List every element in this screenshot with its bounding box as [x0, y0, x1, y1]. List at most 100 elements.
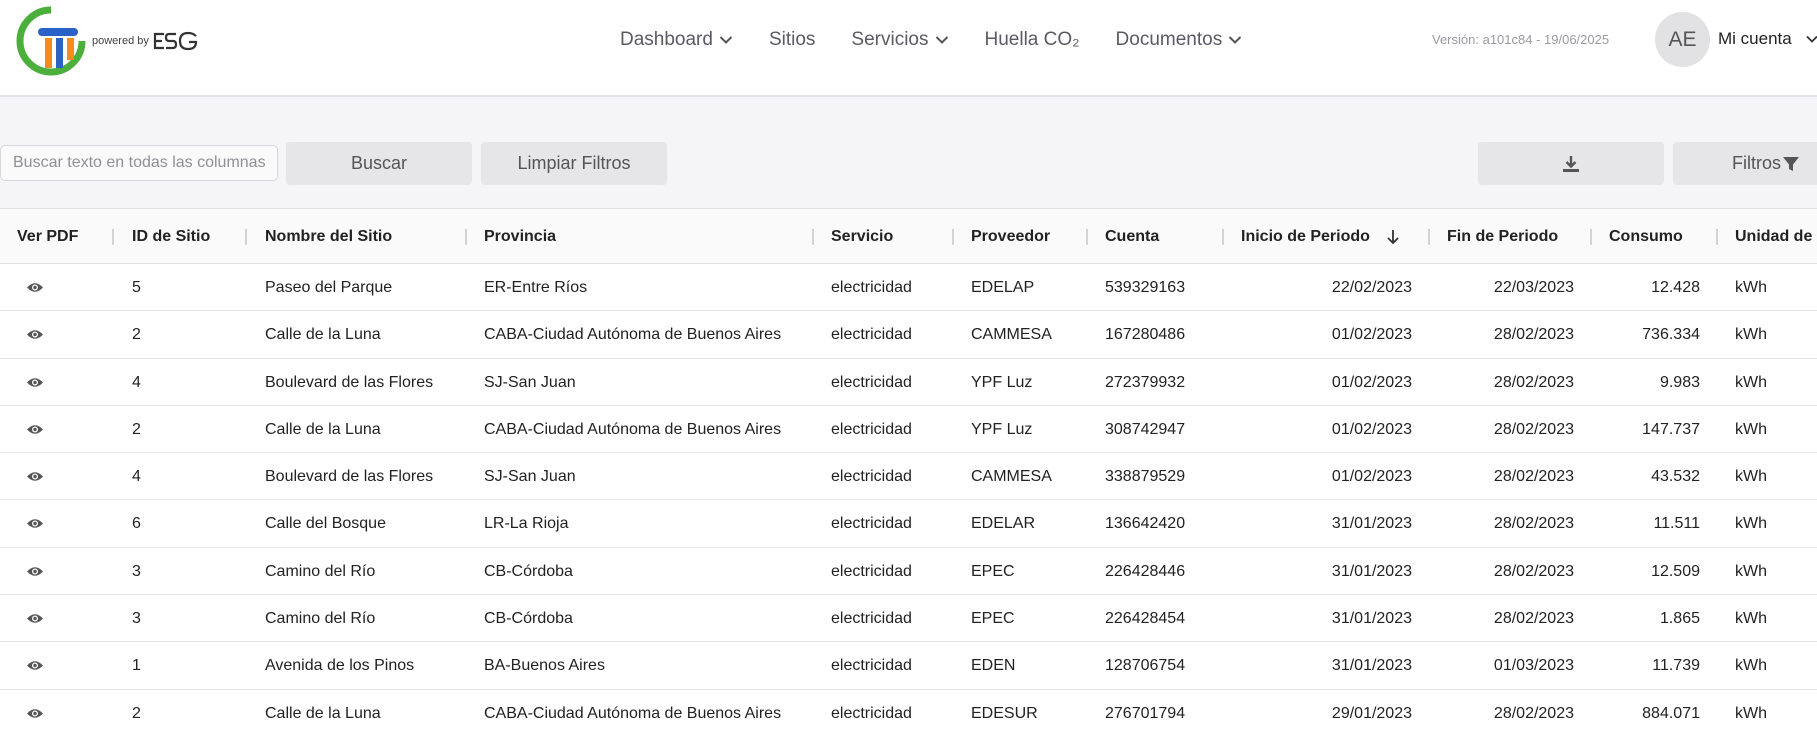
esg-logo [153, 31, 198, 51]
column-resize-handle[interactable] [1428, 229, 1430, 245]
column-resize-handle[interactable] [1590, 229, 1592, 245]
limpiar-filtros-button[interactable]: Limpiar Filtros [481, 142, 667, 185]
table-row[interactable]: 6 Calle del Bosque LR-La Rioja electricidad… [0, 500, 1817, 548]
cell-servicio: electricidad [831, 326, 912, 344]
table-row[interactable]: 1 Avenida de los Pinos BA-Buenos Aires elec… [0, 642, 1817, 690]
table-header: Ver PDF ID de Sitio Nombre del Sitio Pro… [0, 209, 1817, 264]
download-button[interactable] [1478, 142, 1664, 185]
cell-proveedor: EDEN [971, 657, 1016, 675]
cell-unidad: kWh [1735, 562, 1767, 580]
table-row[interactable]: 2 Calle de la Luna CABA-Ciudad Autónoma de… [0, 311, 1817, 359]
table-row[interactable]: 4 Boulevard de las Flores SJ-San Juan elect… [0, 359, 1817, 406]
cell-proveedor: EDELAR [971, 515, 1036, 533]
table-row[interactable]: 5 Paseo del Parque ER-Entre Ríos electricid… [0, 264, 1817, 312]
cell-cuenta: 338879529 [1105, 468, 1186, 486]
chevron-down-icon [1228, 36, 1242, 44]
eye-icon[interactable] [26, 517, 44, 530]
column-header-id-sitio[interactable]: ID de Sitio [132, 209, 210, 264]
cell-cuenta: 539329163 [1105, 279, 1186, 296]
column-resize-handle[interactable] [1716, 229, 1718, 245]
chevron-down-icon [719, 36, 733, 44]
table-row[interactable]: 3 Camino del Río CB-Córdoba electricidad EPE… [0, 548, 1817, 596]
table-row[interactable]: 2 Calle de la Luna CABA-Ciudad Autónoma de… [0, 690, 1817, 731]
eye-icon[interactable] [26, 328, 44, 341]
nav-dashboard-label: Dashboard [620, 29, 713, 50]
cell-nombre-sitio: Calle de la Luna [265, 420, 381, 438]
cell-proveedor: CAMMESA [971, 326, 1052, 344]
eye-icon[interactable] [26, 612, 44, 625]
cell-id-sitio: 6 [132, 515, 141, 533]
column-header-unidad[interactable]: Unidad de C [1735, 209, 1817, 264]
avatar[interactable]: AE [1655, 12, 1710, 67]
table-row[interactable]: 2 Calle de la Luna CABA-Ciudad Autónoma de… [0, 406, 1817, 454]
eye-icon[interactable] [26, 470, 44, 483]
cell-id-sitio: 4 [132, 373, 141, 391]
column-header-provincia[interactable]: Provincia [484, 209, 556, 264]
nav-sitios[interactable]: Sitios [769, 29, 815, 51]
cell-consumo: 1.865 [1659, 610, 1700, 628]
column-header-ver-pdf[interactable]: Ver PDF [17, 209, 78, 264]
column-resize-handle[interactable] [812, 229, 814, 245]
cell-unidad: kWh [1735, 610, 1767, 628]
eye-icon[interactable] [26, 707, 44, 720]
column-resize-handle[interactable] [952, 229, 954, 245]
buscar-button[interactable]: Buscar [286, 142, 472, 185]
cell-nombre-sitio: Calle de la Luna [265, 704, 381, 722]
table-row[interactable]: 4 Boulevard de las Flores SJ-San Juan elect… [0, 453, 1817, 501]
cell-provincia: CB-Córdoba [484, 610, 573, 628]
column-header-inicio-periodo[interactable]: Inicio de Periodo [1241, 209, 1400, 264]
nav-huella-co2[interactable]: Huella CO₂ [985, 29, 1080, 51]
table-row[interactable]: 3 Camino del Río CB-Córdoba electricidad EPE… [0, 595, 1817, 643]
nav-documentos-label: Documentos [1115, 29, 1223, 50]
chevron-down-icon [1806, 35, 1817, 43]
eye-icon[interactable] [26, 423, 44, 436]
cell-cuenta: 276701794 [1105, 704, 1186, 722]
column-header-fin-periodo[interactable]: Fin de Periodo [1447, 209, 1558, 264]
filtros-button[interactable]: Filtros [1673, 142, 1817, 185]
column-header-servicio[interactable]: Servicio [831, 209, 893, 264]
cell-nombre-sitio: Avenida de los Pinos [265, 657, 415, 675]
column-resize-handle[interactable] [465, 229, 467, 245]
cell-cuenta: 226428454 [1105, 610, 1186, 628]
column-header-nombre-sitio[interactable]: Nombre del Sitio [265, 209, 392, 264]
cell-consumo: 43.532 [1651, 468, 1700, 486]
cell-id-sitio: 5 [132, 279, 141, 296]
main-nav: Dashboard Sitios Servicios Huella CO₂ Do… [620, 27, 1278, 53]
column-resize-handle[interactable] [1086, 229, 1088, 245]
column-resize-handle[interactable] [245, 229, 247, 245]
cell-provincia: ER-Entre Ríos [484, 279, 588, 296]
eye-icon[interactable] [26, 565, 44, 578]
nav-servicios[interactable]: Servicios [851, 29, 948, 51]
arrow-down-icon[interactable] [1386, 229, 1400, 245]
eye-icon[interactable] [26, 376, 44, 389]
chevron-down-icon [935, 36, 948, 44]
cell-servicio: electricidad [831, 610, 912, 628]
cell-nombre-sitio: Calle del Bosque [265, 515, 386, 533]
cell-provincia: CABA-Ciudad Autónoma de Buenos Aires [484, 326, 782, 344]
avatar-initials: AE [1668, 27, 1697, 51]
account-menu[interactable]: Mi cuenta [1718, 29, 1817, 49]
cell-unidad: kWh [1735, 420, 1767, 438]
cell-consumo: 9.983 [1659, 373, 1700, 391]
column-header-consumo[interactable]: Consumo [1609, 209, 1683, 264]
search-input[interactable] [0, 145, 278, 181]
cell-inicio-periodo: 29/01/2023 [1331, 704, 1412, 722]
cell-servicio: electricidad [831, 279, 912, 296]
cell-provincia: SJ-San Juan [484, 373, 576, 391]
cell-servicio: electricidad [831, 468, 912, 486]
column-resize-handle[interactable] [112, 229, 114, 245]
nav-servicios-label: Servicios [851, 29, 929, 50]
app-logo[interactable] [16, 6, 86, 76]
cell-nombre-sitio: Calle de la Luna [265, 326, 381, 344]
nav-documentos[interactable]: Documentos [1116, 29, 1243, 51]
eye-icon[interactable] [26, 659, 44, 672]
nav-dashboard[interactable]: Dashboard [620, 29, 733, 51]
cell-proveedor: EPEC [971, 610, 1015, 628]
column-resize-handle[interactable] [1222, 229, 1224, 245]
cell-consumo: 736.334 [1642, 326, 1700, 344]
cell-proveedor: EDESUR [971, 704, 1038, 722]
column-header-proveedor[interactable]: Proveedor [971, 209, 1050, 264]
cell-inicio-periodo: 31/01/2023 [1331, 562, 1412, 580]
column-header-cuenta[interactable]: Cuenta [1105, 209, 1159, 264]
eye-icon[interactable] [26, 281, 44, 294]
